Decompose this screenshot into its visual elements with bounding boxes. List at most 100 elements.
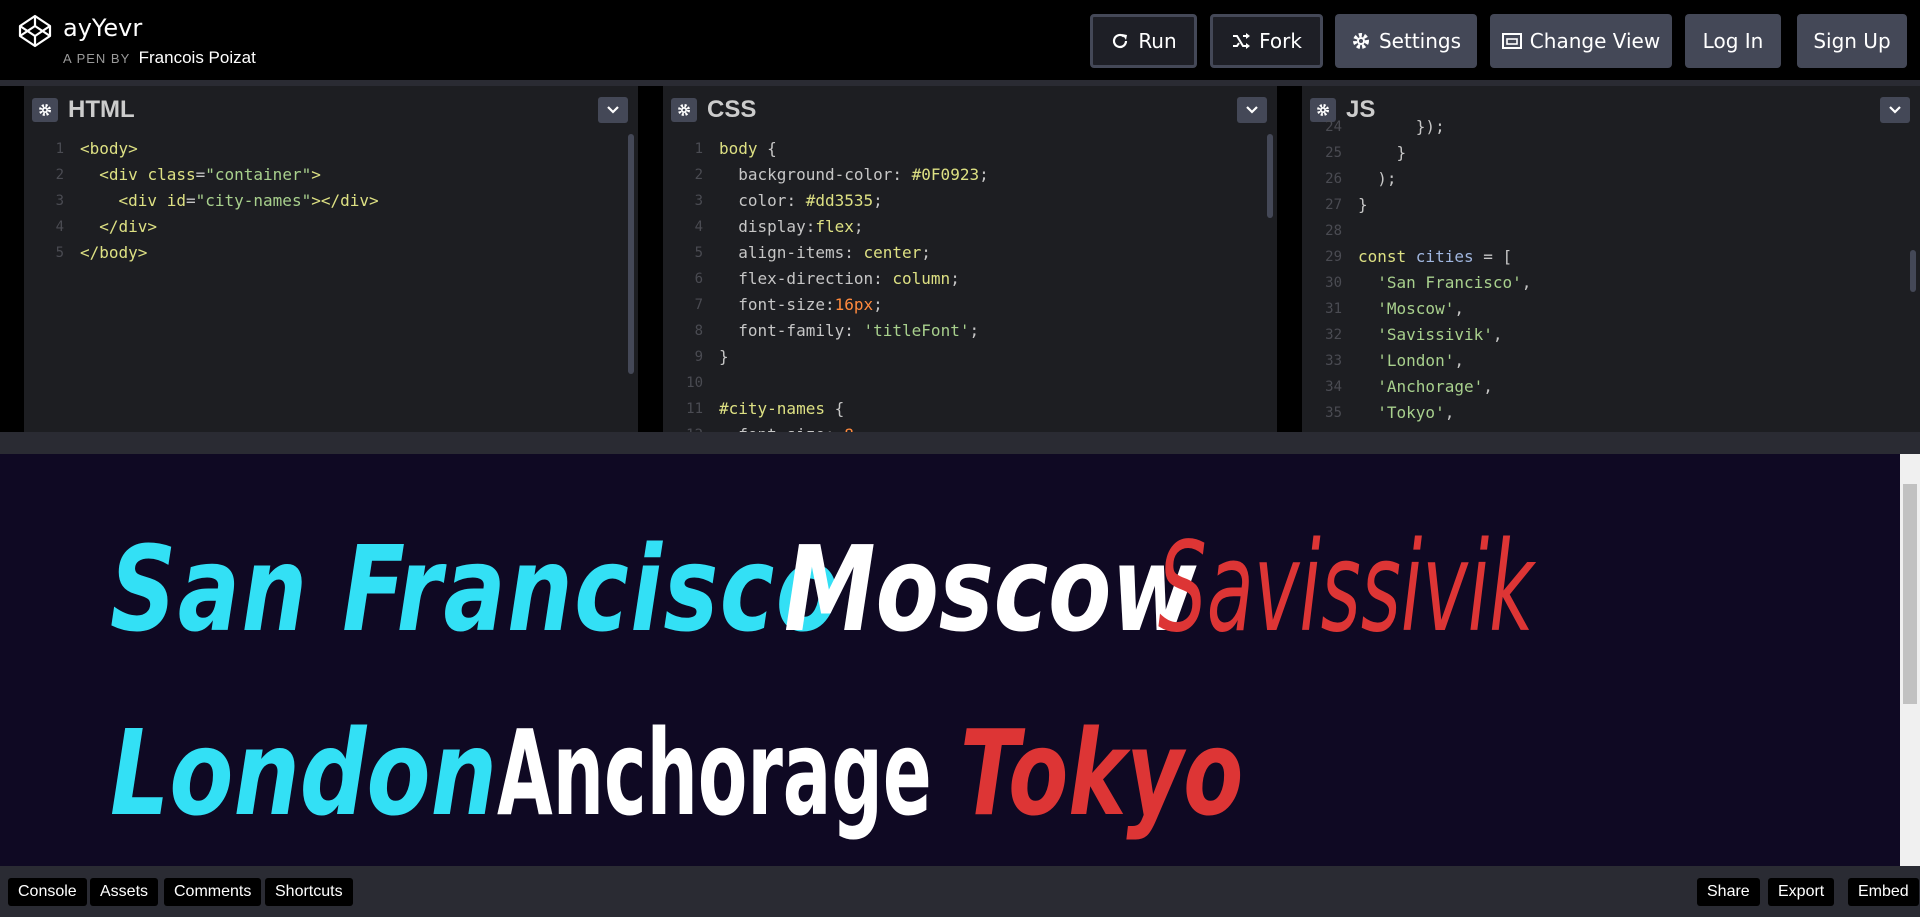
code-line[interactable]: font-size:16px; xyxy=(719,292,989,318)
run-button[interactable]: Run xyxy=(1090,14,1197,68)
line-number: 2 xyxy=(55,167,64,183)
change-view-button[interactable]: Change View xyxy=(1490,14,1672,68)
author-link[interactable]: Francois Poizat xyxy=(139,48,256,67)
run-label: Run xyxy=(1138,29,1177,53)
fork-label: Fork xyxy=(1259,29,1302,53)
code-line[interactable]: 'London', xyxy=(1358,348,1531,374)
fork-button[interactable]: Fork xyxy=(1210,14,1323,68)
code-line[interactable]: 'Moscow', xyxy=(1358,296,1531,322)
preview-scrollbar[interactable] xyxy=(1900,454,1920,866)
code-line[interactable]: }); xyxy=(1358,114,1531,140)
js-panel-menu-button[interactable] xyxy=(1880,97,1910,123)
line-number: 28 xyxy=(1325,223,1342,239)
html-panel-title: HTML xyxy=(68,96,135,123)
pen-by-label: A PEN BY xyxy=(63,51,131,66)
share-button[interactable]: Share xyxy=(1697,878,1760,906)
settings-button[interactable]: Settings xyxy=(1335,14,1477,68)
line-number: 5 xyxy=(55,245,64,261)
css-panel-menu-button[interactable] xyxy=(1237,97,1267,123)
line-number: 34 xyxy=(1325,379,1342,395)
css-code-editor[interactable]: 123456789101112 body { background-color:… xyxy=(663,130,1277,432)
editor-scrollbar[interactable] xyxy=(628,134,634,374)
code-token: } xyxy=(719,347,729,366)
code-line[interactable]: 'Anchorage', xyxy=(1358,374,1531,400)
pen-title[interactable]: ayYevr xyxy=(63,14,142,42)
editor-scrollbar[interactable] xyxy=(1910,250,1916,292)
code-line[interactable]: 'San Francisco', xyxy=(1358,270,1531,296)
line-number: 9 xyxy=(694,349,703,365)
code-token: class xyxy=(147,165,196,184)
code-line[interactable]: font-family: 'titleFont'; xyxy=(719,318,989,344)
comments-button[interactable]: Comments xyxy=(164,878,262,906)
line-number: 3 xyxy=(55,193,64,209)
code-line[interactable] xyxy=(1358,218,1531,244)
code-lines[interactable]: }); } );} const cities = [ 'San Francisco… xyxy=(1358,114,1531,426)
scrollbar-thumb[interactable] xyxy=(1903,484,1917,704)
code-line[interactable]: flex-direction: column; xyxy=(719,266,989,292)
code-token: = [ xyxy=(1473,247,1513,266)
line-number: 33 xyxy=(1325,353,1342,369)
code-token: } xyxy=(1358,143,1407,162)
code-token: ; xyxy=(921,243,931,262)
export-button[interactable]: Export xyxy=(1768,878,1835,906)
code-line[interactable]: background-color: #0F0923; xyxy=(719,162,988,188)
console-button[interactable]: Console xyxy=(8,878,87,906)
code-token: 'titleFont' xyxy=(863,321,970,340)
code-line[interactable]: body { xyxy=(719,136,989,162)
js-code-editor[interactable]: 24 25 26 27 28 29 30 31 32 33 34 35 }); } );} const … xyxy=(1302,117,1920,432)
code-lines[interactable]: <body> <div class="container"> <div id="… xyxy=(80,136,379,266)
code-line[interactable]: <div class="container"> xyxy=(80,162,379,188)
code-line[interactable]: const cities = [ xyxy=(1358,244,1531,270)
code-token: = xyxy=(195,165,206,184)
css-settings-button[interactable] xyxy=(671,98,697,122)
code-line[interactable]: 'Savissivik', xyxy=(1358,322,1531,348)
editor-scrollbar[interactable] xyxy=(1267,134,1273,218)
code-token: , xyxy=(1521,273,1532,292)
embed-button[interactable]: Embed xyxy=(1848,878,1919,906)
city-name: Moscow xyxy=(784,520,1197,658)
code-line[interactable]: font-size: 8 xyxy=(719,422,989,432)
code-line[interactable]: } xyxy=(1358,140,1531,166)
html-panel-menu-button[interactable] xyxy=(598,97,628,123)
code-line[interactable]: } xyxy=(1358,192,1531,218)
code-line[interactable]: <div id="city-names"></div> xyxy=(80,188,379,214)
code-token: "container" xyxy=(205,165,312,184)
line-numbers: 1 2 3 4 5 xyxy=(24,136,64,266)
code-lines[interactable]: body { background-color: #0F0923; color:… xyxy=(719,136,989,432)
code-line[interactable]: display:flex; xyxy=(719,214,989,240)
code-line[interactable]: ); xyxy=(1358,166,1531,192)
code-line[interactable]: 'Tokyo', xyxy=(1358,400,1531,426)
code-line[interactable]: align-items: center; xyxy=(719,240,989,266)
assets-button[interactable]: Assets xyxy=(90,878,159,906)
code-token: : xyxy=(824,295,835,314)
code-line[interactable]: </body> xyxy=(80,240,379,266)
code-line[interactable] xyxy=(719,370,989,396)
code-token: flex xyxy=(815,217,854,236)
html-code-editor[interactable]: 12345 <body> <div class="container"> <di… xyxy=(24,130,638,432)
line-number: 30 xyxy=(1325,275,1342,291)
code-token: 'Tokyo' xyxy=(1377,403,1445,422)
code-token: : xyxy=(786,191,806,210)
code-line[interactable]: color: #dd3535; xyxy=(719,188,989,214)
login-button[interactable]: Log In xyxy=(1685,14,1781,68)
code-token: : xyxy=(873,269,893,288)
line-number: 6 xyxy=(694,271,703,287)
line-number: 1 xyxy=(694,141,703,157)
line-numbers: 123456789101112 xyxy=(663,136,703,432)
html-settings-button[interactable] xyxy=(32,98,58,122)
code-line[interactable]: <body> xyxy=(80,136,379,162)
code-token: font-size xyxy=(719,425,825,432)
line-number: 26 xyxy=(1325,171,1342,187)
code-token: center xyxy=(863,243,922,262)
editor-preview-resizer[interactable] xyxy=(0,432,1920,454)
signup-button[interactable]: Sign Up xyxy=(1797,14,1907,68)
code-line[interactable]: #city-names { xyxy=(719,396,989,422)
code-line[interactable]: </div> xyxy=(80,214,379,240)
shortcuts-button[interactable]: Shortcuts xyxy=(265,878,353,906)
line-number: 4 xyxy=(694,219,703,235)
line-number: 7 xyxy=(694,297,703,313)
code-token: id xyxy=(166,191,186,210)
codepen-logo-icon[interactable] xyxy=(18,14,52,48)
top-bar: ayYevr A PEN BY Francois Poizat Run Fork… xyxy=(0,0,1920,80)
code-line[interactable]: } xyxy=(719,344,989,370)
